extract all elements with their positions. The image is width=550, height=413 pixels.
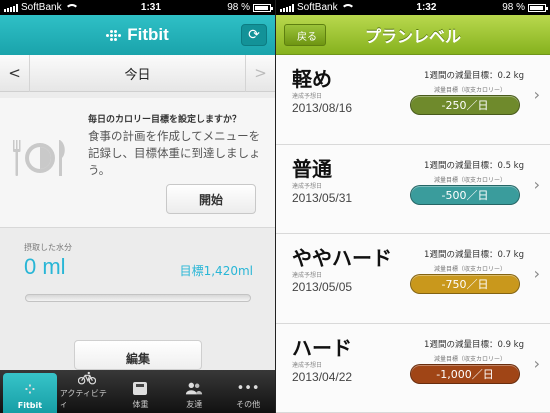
- calorie-pill: -250／日: [410, 95, 520, 115]
- tab-label: 友達: [186, 400, 203, 409]
- chevron-left-icon: <: [8, 64, 21, 82]
- water-goal: 目標1,420ml: [179, 264, 253, 278]
- water-label: 摂取した水分: [24, 243, 72, 252]
- target-date: 2013/08/16: [292, 101, 353, 115]
- date-label: 達成予想日: [292, 182, 323, 190]
- clock: 1:32: [416, 2, 437, 13]
- calorie-pill: -750／日: [410, 274, 520, 294]
- date-title: 今日: [124, 67, 151, 83]
- fitbit-logo: Fitbit: [106, 25, 169, 45]
- target-date: 2013/04/22: [292, 369, 353, 384]
- plan-row-normal[interactable]: 普通 達成予想日 2013/05/31 1週間の減量目標：0.5 kg 減量目標…: [276, 144, 550, 234]
- water-progress-bar: [25, 294, 251, 302]
- battery-icon: [528, 3, 548, 12]
- calorie-description: 食事の計画を作成してメニューを記録し、目標体重に到達しましょう。: [88, 129, 261, 177]
- target-date: 2013/05/05: [292, 280, 353, 294]
- friends-icon: [185, 380, 203, 396]
- more-icon: •••: [236, 380, 260, 396]
- battery-percent: 98 %: [502, 2, 525, 13]
- tab-bar: ⁘ Fitbit アクティビティ 体重 友達 ••• その他: [0, 370, 275, 413]
- battery-percent: 98 %: [227, 2, 250, 13]
- weekly-goal: 1週間の減量目標：0.9 kg: [424, 339, 524, 350]
- calorie-pill: -500／日: [410, 184, 520, 205]
- wifi-icon: [340, 3, 355, 12]
- start-button[interactable]: 開始: [166, 184, 256, 214]
- weekly-goal: 1週間の減量目標：0.2 kg: [424, 71, 524, 81]
- back-button[interactable]: 戻る: [284, 24, 326, 46]
- scale-icon: [131, 380, 149, 396]
- fitbit-dots-icon: ⁘: [24, 382, 36, 398]
- plan-name: ややハード: [292, 246, 392, 270]
- plan-name: 普通: [292, 156, 332, 181]
- prev-day-button[interactable]: <: [0, 54, 30, 92]
- plate-utensils-icon: [13, 140, 65, 176]
- water-value: 0 ml: [24, 254, 66, 279]
- battery-icon: [253, 3, 273, 12]
- plan-row-light[interactable]: 軽め 達成予想日 2013/08/16 1週間の減量目標：0.2 kg 減量目標…: [276, 55, 550, 145]
- next-day-button[interactable]: >: [244, 54, 275, 92]
- calorie-goal-label: 減量目標（収支カロリー）: [433, 355, 506, 363]
- date-navigator: < 今日 >: [0, 54, 275, 92]
- weekly-goal: 1週間の減量目標：0.5 kg: [424, 160, 524, 171]
- tab-fitbit[interactable]: ⁘ Fitbit: [3, 373, 57, 413]
- clock: 1:31: [140, 2, 161, 13]
- sync-icon: ⟳: [248, 27, 260, 43]
- comparison-screens: SoftBank 1:31 98 % Fitbit ⟳ < 今日 > 毎日のカロ…: [0, 0, 550, 413]
- tab-label: アクティビティ: [59, 389, 107, 409]
- signal-icon: [280, 3, 294, 12]
- calorie-goal-card: 毎日のカロリー目標を設定しますか？ 食事の計画を作成してメニューを記録し、目標体…: [0, 98, 275, 228]
- calorie-goal-label: 減量目標（収支カロリー）: [433, 266, 506, 273]
- tab-weight[interactable]: 体重: [114, 370, 168, 413]
- tab-label: その他: [236, 400, 261, 409]
- edit-button[interactable]: 編集: [74, 340, 202, 370]
- calorie-goal-label: 減量目標（収支カロリー）: [433, 87, 506, 94]
- plan-level-screen: SoftBank 1:32 98 % 戻る プランレベル 軽め 達成予想日 20…: [275, 0, 550, 413]
- fitbit-dashboard-screen: SoftBank 1:31 98 % Fitbit ⟳ < 今日 > 毎日のカロ…: [0, 0, 275, 413]
- chevron-right-icon: ›: [533, 353, 540, 373]
- nav-header: 戻る プランレベル: [276, 15, 550, 55]
- date-label: 達成予想日: [292, 272, 323, 279]
- chevron-right-icon: ›: [533, 85, 540, 104]
- calorie-goal-label: 減量目標（収支カロリー）: [433, 176, 506, 184]
- signal-icon: [4, 3, 18, 12]
- plan-row-hard[interactable]: ハード 達成予想日 2013/04/22 1週間の減量目標：0.9 kg 減量目…: [276, 323, 550, 413]
- tab-more[interactable]: ••• その他: [221, 370, 275, 413]
- weekly-goal: 1週間の減量目標：0.7 kg: [424, 250, 524, 260]
- date-label: 達成予想日: [292, 93, 323, 100]
- app-header: Fitbit ⟳: [0, 15, 275, 55]
- calorie-pill: -1,000／日: [410, 363, 520, 384]
- page-title: プランレベル: [364, 26, 461, 46]
- status-bar: SoftBank 1:32 98 %: [276, 0, 550, 15]
- app-name: Fitbit: [127, 25, 169, 44]
- tab-friends[interactable]: 友達: [167, 370, 221, 413]
- date-label: 達成予想日: [292, 361, 323, 369]
- plan-name: ハード: [292, 335, 352, 360]
- plan-name: 軽め: [292, 67, 332, 91]
- tab-label: 体重: [132, 400, 149, 409]
- status-bar: SoftBank 1:31 98 %: [0, 0, 275, 15]
- dashboard-body: 毎日のカロリー目標を設定しますか？ 食事の計画を作成してメニューを記録し、目標体…: [0, 92, 275, 372]
- carrier-label: SoftBank: [297, 2, 338, 13]
- plan-list: 軽め 達成予想日 2013/08/16 1週間の減量目標：0.2 kg 減量目標…: [276, 55, 550, 413]
- fitbit-dots-icon: [106, 29, 122, 41]
- chevron-right-icon: >: [254, 64, 267, 82]
- bike-icon: [77, 370, 96, 385]
- calorie-question: 毎日のカロリー目標を設定しますか？: [88, 115, 242, 125]
- tab-label: Fitbit: [17, 401, 43, 410]
- sync-button[interactable]: ⟳: [241, 24, 267, 46]
- chevron-right-icon: ›: [533, 264, 540, 283]
- tab-activity[interactable]: アクティビティ: [60, 370, 114, 413]
- target-date: 2013/05/31: [292, 190, 353, 205]
- chevron-right-icon: ›: [533, 174, 540, 194]
- wifi-icon: [64, 3, 79, 12]
- plan-row-somewhat-hard[interactable]: ややハード 達成予想日 2013/05/05 1週間の減量目標：0.7 kg 減…: [276, 234, 550, 324]
- carrier-label: SoftBank: [21, 2, 62, 13]
